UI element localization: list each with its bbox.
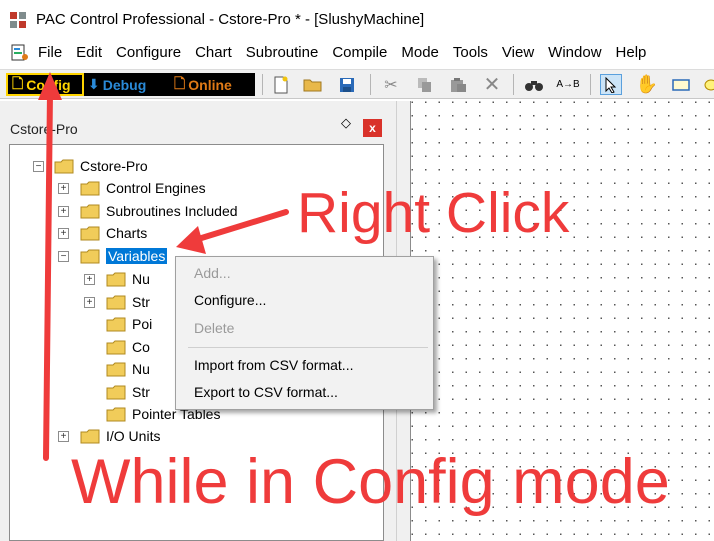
document-menu-icon[interactable] bbox=[10, 43, 30, 63]
menu-configure[interactable]: Configure bbox=[116, 44, 181, 61]
save-icon[interactable] bbox=[336, 74, 358, 95]
folder-icon bbox=[106, 407, 126, 422]
menu-file[interactable]: File bbox=[38, 44, 62, 61]
tree-item-label: Control Engines bbox=[106, 180, 206, 196]
tree-item-charts[interactable]: Charts bbox=[80, 224, 147, 242]
toolbar-separator bbox=[513, 74, 514, 95]
pin-icon[interactable]: ◇ bbox=[341, 115, 355, 130]
hand-icon[interactable]: ✋ bbox=[636, 74, 658, 95]
tree-item-string[interactable]: Str bbox=[106, 293, 150, 311]
folder-icon bbox=[106, 385, 126, 400]
folder-icon bbox=[106, 362, 126, 377]
expand-subroutines-toggle[interactable]: + bbox=[58, 206, 69, 217]
collapse-variables-toggle[interactable]: − bbox=[58, 251, 69, 262]
delete-icon[interactable]: ✕ bbox=[481, 74, 503, 96]
tree-item-pointer[interactable]: Poi bbox=[106, 315, 152, 333]
debug-mode-icon: ⬇ bbox=[88, 76, 100, 92]
debug-mode-label: Debug bbox=[102, 76, 147, 93]
annotation-right-click: Right Click bbox=[297, 181, 570, 245]
tree-item-label: Co bbox=[132, 339, 150, 355]
expand-charts-toggle[interactable]: + bbox=[58, 228, 69, 239]
menu-tools[interactable]: Tools bbox=[453, 44, 488, 61]
config-mode-label: Config bbox=[26, 76, 71, 93]
online-mode-button[interactable]: 🗋 Online bbox=[170, 73, 255, 96]
tree-item-label: Str bbox=[132, 294, 150, 310]
tree-item-label: Nu bbox=[132, 361, 150, 377]
debug-mode-button[interactable]: ⬇ Debug bbox=[84, 73, 170, 96]
folder-icon bbox=[106, 272, 126, 287]
folder-icon bbox=[80, 204, 100, 219]
tree-item-label: Str bbox=[132, 384, 150, 400]
pac-control-app-icon bbox=[9, 11, 27, 29]
tree-item-label-selected: Variables bbox=[106, 248, 168, 264]
tree-item-communication[interactable]: Co bbox=[106, 338, 150, 356]
tree-item-label: I/O Units bbox=[106, 428, 161, 444]
menu-chart[interactable]: Chart bbox=[195, 44, 232, 61]
menu-window[interactable]: Window bbox=[548, 44, 601, 61]
folder-icon bbox=[80, 429, 100, 444]
menu-items: File Edit Configure Chart Subroutine Com… bbox=[38, 44, 660, 61]
tree-item-numeric[interactable]: Nu bbox=[106, 270, 150, 288]
tree-item-string-tables[interactable]: Str bbox=[106, 383, 150, 401]
config-mode-icon: 🗋 bbox=[12, 74, 24, 91]
window-title: PAC Control Professional - Cstore-Pro * … bbox=[36, 11, 425, 28]
context-menu: Add... Configure... Delete Import from C… bbox=[175, 256, 434, 410]
close-panel-button[interactable]: x bbox=[363, 119, 382, 137]
find-icon[interactable] bbox=[523, 74, 545, 95]
new-file-icon[interactable] bbox=[270, 74, 292, 95]
context-menu-add: Add... bbox=[194, 265, 231, 281]
tree-item-label: Subroutines Included bbox=[106, 203, 238, 219]
tree-item-variables[interactable]: Variables bbox=[80, 247, 168, 265]
tree-item-label: Nu bbox=[132, 271, 150, 287]
cut-icon[interactable]: ✂ bbox=[380, 74, 402, 95]
expand-numeric-toggle[interactable]: + bbox=[84, 274, 95, 285]
menu-subroutine[interactable]: Subroutine bbox=[246, 44, 319, 61]
context-menu-import-csv[interactable]: Import from CSV format... bbox=[194, 357, 353, 373]
ellipse-icon[interactable] bbox=[700, 74, 714, 95]
tree-item-numeric-tables[interactable]: Nu bbox=[106, 360, 150, 378]
folder-icon bbox=[106, 295, 126, 310]
menu-mode[interactable]: Mode bbox=[401, 44, 439, 61]
context-menu-separator bbox=[188, 347, 428, 348]
tree-item-subroutines[interactable]: Subroutines Included bbox=[80, 202, 238, 220]
folder-icon bbox=[106, 340, 126, 355]
collapse-root-toggle[interactable]: − bbox=[33, 161, 44, 172]
open-folder-icon[interactable] bbox=[302, 74, 324, 95]
toolbar-separator bbox=[370, 74, 371, 95]
mode-selector: 🗋 Config ⬇ Debug 🗋 Online bbox=[6, 73, 255, 96]
tree-item-label: Poi bbox=[132, 316, 153, 332]
menu-help[interactable]: Help bbox=[616, 44, 647, 61]
tree-root-label: Cstore-Pro bbox=[80, 158, 148, 174]
config-mode-button[interactable]: 🗋 Config bbox=[6, 73, 84, 96]
expand-control-engines-toggle[interactable]: + bbox=[58, 183, 69, 194]
rectangle-icon[interactable] bbox=[670, 74, 692, 95]
tree-item-io-units[interactable]: I/O Units bbox=[80, 427, 160, 445]
paste-icon[interactable] bbox=[447, 74, 469, 95]
panel-title: Cstore-Pro bbox=[10, 121, 78, 137]
copy-icon[interactable] bbox=[414, 74, 436, 95]
context-menu-export-csv[interactable]: Export to CSV format... bbox=[194, 384, 338, 400]
expand-io-units-toggle[interactable]: + bbox=[58, 431, 69, 442]
tree-item-label: Charts bbox=[106, 225, 148, 241]
folder-icon bbox=[80, 181, 100, 196]
replace-icon[interactable]: A→B bbox=[556, 74, 579, 95]
tree-root[interactable]: Cstore-Pro bbox=[54, 157, 148, 175]
folder-icon bbox=[80, 226, 100, 241]
expand-string-toggle[interactable]: + bbox=[84, 297, 95, 308]
folder-icon bbox=[106, 317, 126, 332]
annotation-config-mode: While in Config mode bbox=[71, 447, 670, 517]
tree-item-control-engines[interactable]: Control Engines bbox=[80, 179, 206, 197]
menu-compile[interactable]: Compile bbox=[332, 44, 387, 61]
context-menu-delete: Delete bbox=[194, 320, 235, 336]
menu-edit[interactable]: Edit bbox=[76, 44, 102, 61]
online-mode-icon: 🗋 bbox=[174, 74, 186, 91]
menu-view[interactable]: View bbox=[502, 44, 534, 61]
folder-icon bbox=[54, 159, 74, 174]
toolbar-separator bbox=[262, 74, 263, 95]
toolbar-separator bbox=[590, 74, 591, 95]
select-pointer-icon[interactable] bbox=[600, 74, 622, 95]
context-menu-configure[interactable]: Configure... bbox=[194, 292, 266, 308]
folder-icon bbox=[80, 249, 100, 264]
online-mode-label: Online bbox=[188, 76, 232, 93]
